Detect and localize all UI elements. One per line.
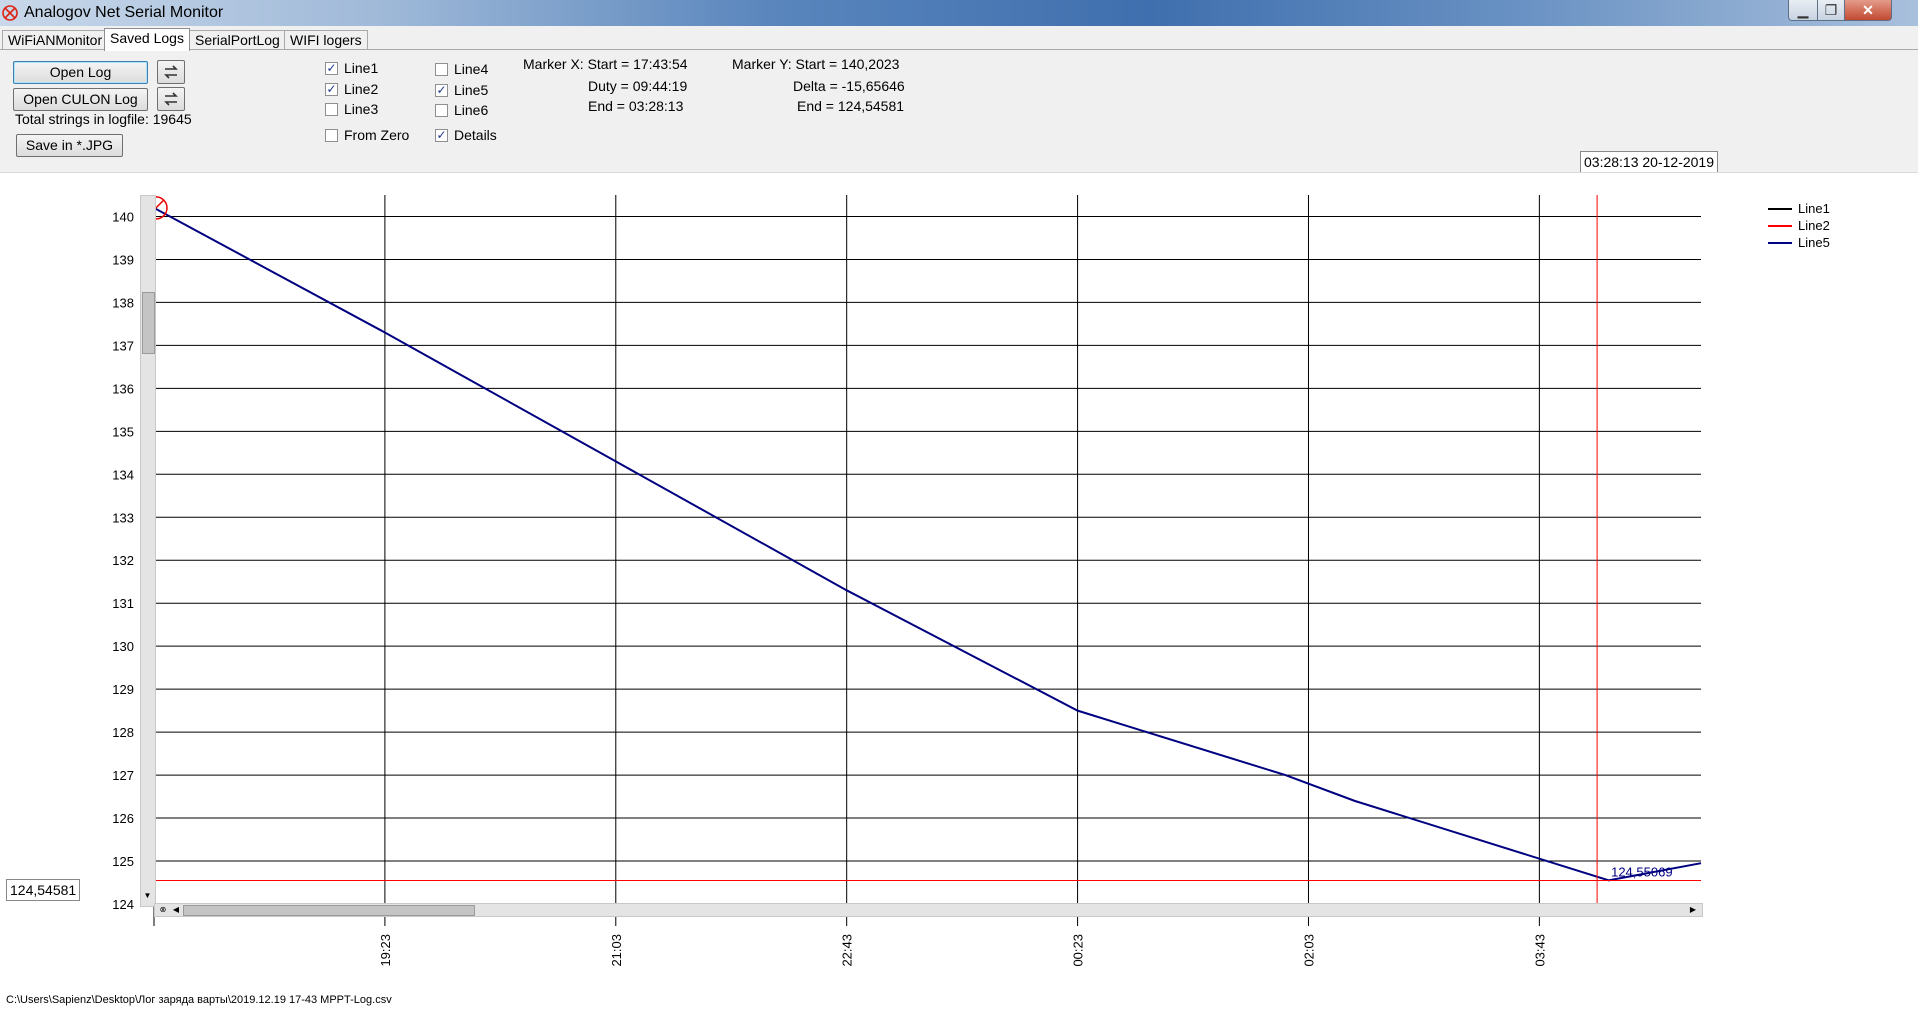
y-tick-label: 133 — [112, 510, 134, 525]
x-tick-label: 21:03 — [609, 934, 624, 967]
chart-legend: Line1 Line2 Line5 — [1768, 201, 1830, 250]
legend-label-line2: Line2 — [1798, 218, 1830, 233]
x-tick-label: 00:23 — [1071, 934, 1086, 967]
y-tick-label: 138 — [112, 295, 134, 310]
y-tick-label: 125 — [112, 854, 134, 869]
series-line-line5 — [153, 207, 1702, 882]
y-tick-label: 130 — [112, 639, 134, 654]
y-tick-label: 134 — [112, 467, 134, 482]
y-tick-label: 140 — [112, 209, 134, 224]
y-tick-label: 127 — [112, 768, 134, 783]
legend-label-line5: Line5 — [1798, 235, 1830, 250]
marker-value-label: 124,55069 — [1611, 865, 1672, 880]
scroll-right-icon[interactable]: ▶ — [1688, 904, 1698, 916]
scroll-down-icon[interactable]: ▼ — [142, 890, 153, 902]
y-tick-label: 131 — [112, 596, 134, 611]
y-tick-label: 124 — [112, 897, 134, 912]
y-tick-label: 135 — [112, 424, 134, 439]
chart-markers: 124,55069 — [144, 195, 1701, 904]
y-tick-label: 129 — [112, 682, 134, 697]
chart-grid — [153, 195, 1701, 926]
status-bar-file-path: C:\Users\Sapienz\Desktop\Лог заряда варт… — [0, 992, 1918, 1010]
y-tick-label: 139 — [112, 252, 134, 267]
vertical-scroll-thumb[interactable] — [142, 292, 155, 354]
tab-saved-logs[interactable]: Saved Logs — [104, 28, 190, 51]
y-tick-label: 137 — [112, 338, 134, 353]
y-tick-label: 132 — [112, 553, 134, 568]
line-chart[interactable]: 124 125 126 127 128 129 130 131 132 133 134 135 136 1… — [0, 0, 1918, 1010]
vertical-scrollbar[interactable]: ▼ — [140, 195, 156, 907]
x-tick-label: 02:03 — [1301, 934, 1316, 967]
y-tick-label: 126 — [112, 811, 134, 826]
legend-label-line1: Line1 — [1798, 201, 1830, 216]
cursor-value-box: 124,54581 — [6, 879, 81, 901]
horizontal-scroll-thumb[interactable] — [183, 905, 475, 916]
x-tick-label: 22:43 — [840, 934, 855, 967]
x-axis-ticks: 19:23 21:03 22:43 00:23 02:03 03:43 — [378, 916, 1547, 967]
chart-series — [153, 207, 1702, 882]
zoom-reset-icon[interactable]: ⊗ — [157, 904, 169, 916]
x-tick-label: 03:43 — [1532, 934, 1547, 967]
y-tick-label: 136 — [112, 381, 134, 396]
scroll-left-icon[interactable]: ◀ — [171, 904, 181, 916]
x-tick-label: 19:23 — [378, 934, 393, 967]
y-tick-label: 128 — [112, 725, 134, 740]
horizontal-scrollbar[interactable]: ⊗ ◀ ▶ — [154, 903, 1703, 917]
